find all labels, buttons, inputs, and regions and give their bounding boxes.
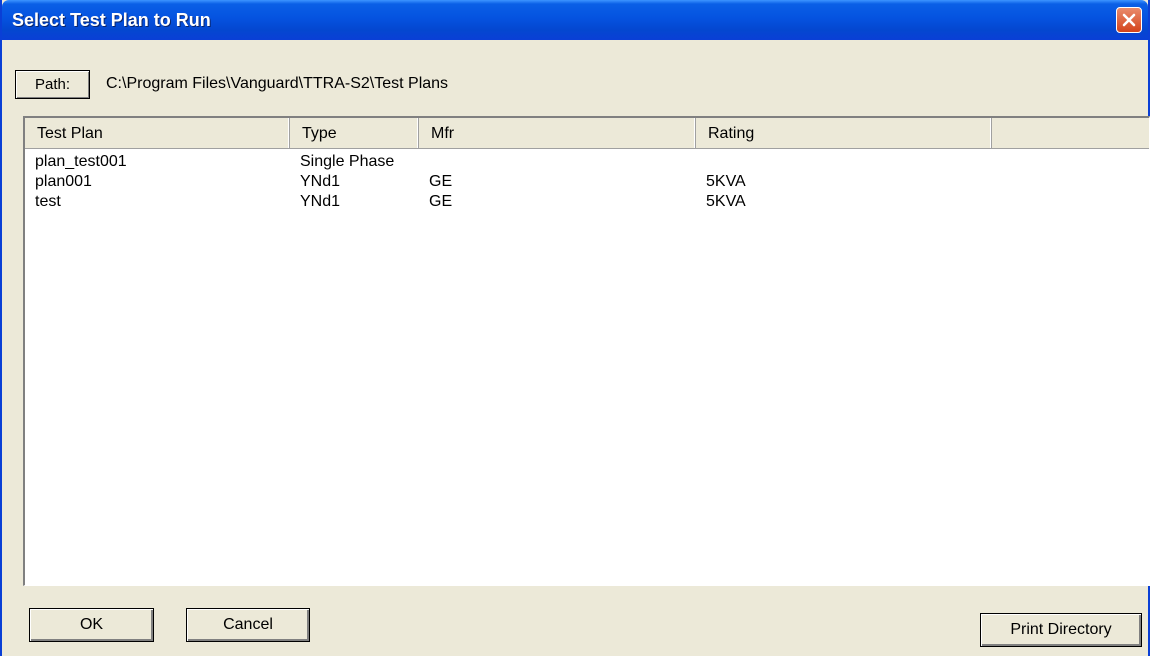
table-row[interactable]: test YNd1 GE 5KVA	[25, 192, 1149, 212]
path-button[interactable]: Path:	[15, 70, 90, 99]
column-header-test-plan[interactable]: Test Plan	[25, 118, 290, 148]
title-bar[interactable]: Select Test Plan to Run	[2, 0, 1148, 40]
cell-test-plan: plan001	[35, 173, 92, 190]
column-header-mfr[interactable]: Mfr	[419, 118, 696, 148]
cell-mfr: GE	[429, 173, 453, 190]
cell-type: Single Phase	[300, 153, 395, 170]
close-button[interactable]	[1116, 7, 1142, 33]
list-header: Test Plan Type Mfr Rating	[25, 118, 1149, 149]
cell-test-plan: test	[35, 193, 61, 210]
cell-type: YNd1	[300, 193, 341, 210]
cell-rating: 5KVA	[706, 173, 746, 190]
cell-mfr: GE	[429, 193, 453, 210]
column-header-rating[interactable]: Rating	[696, 118, 992, 148]
close-icon	[1122, 13, 1136, 27]
cell-test-plan: plan_test001	[35, 153, 127, 170]
test-plan-list[interactable]: Test Plan Type Mfr Rating plan_test001 S…	[23, 116, 1150, 586]
column-header-type[interactable]: Type	[290, 118, 419, 148]
print-directory-button[interactable]: Print Directory	[980, 613, 1142, 647]
select-test-plan-dialog: Select Test Plan to Run Path: C:\Program…	[0, 0, 1150, 656]
window-title: Select Test Plan to Run	[12, 10, 211, 30]
cell-rating: 5KVA	[706, 193, 746, 210]
table-row[interactable]: plan_test001 Single Phase	[25, 152, 1149, 172]
cancel-button[interactable]: Cancel	[186, 608, 310, 642]
table-row[interactable]: plan001 YNd1 GE 5KVA	[25, 172, 1149, 192]
ok-button[interactable]: OK	[29, 608, 154, 642]
path-value: C:\Program Files\Vanguard\TTRA-S2\Test P…	[106, 75, 449, 92]
cell-type: YNd1	[300, 173, 341, 190]
column-header-extra[interactable]	[992, 118, 1150, 148]
